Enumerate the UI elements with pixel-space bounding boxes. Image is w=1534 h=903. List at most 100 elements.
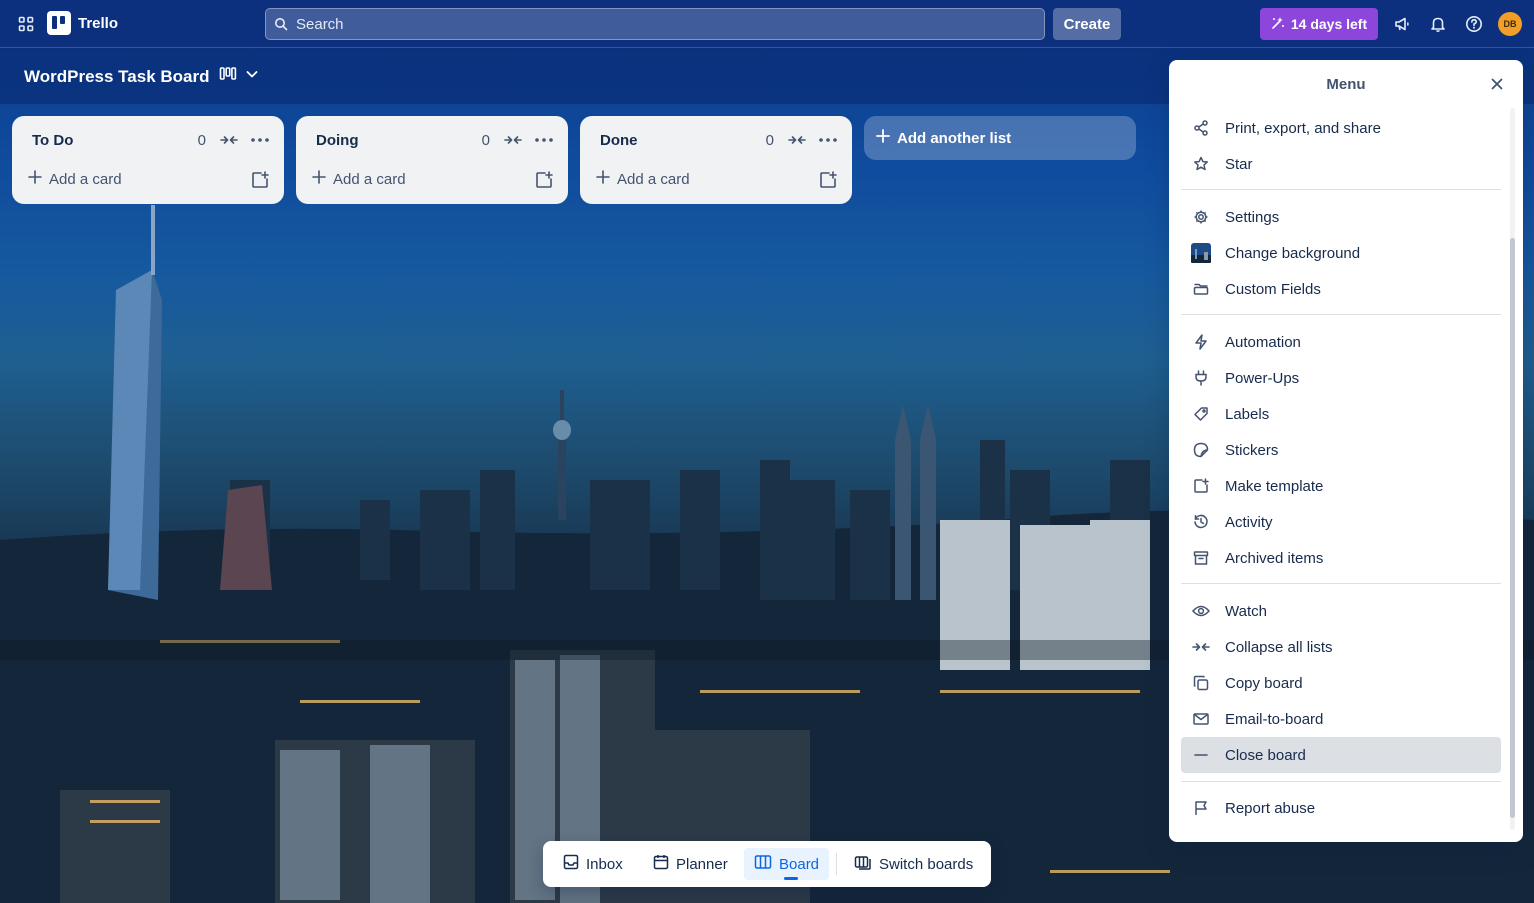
menu-item-label: Print, export, and share [1225,119,1381,137]
trial-label: 14 days left [1290,16,1368,32]
search-placeholder: Search [296,15,344,33]
add-another-list-button[interactable]: Add another list [864,116,1136,160]
menu-item-close-board[interactable]: Close board [1181,737,1501,773]
search-input[interactable]: Search [265,8,1045,40]
menu-item-stickers[interactable]: Stickers [1181,432,1501,468]
plug-icon [1189,366,1213,390]
bell-icon[interactable] [1426,12,1450,36]
minus-icon [1189,743,1213,767]
menu-item-change-background[interactable]: Change background [1181,235,1501,271]
plus-icon [312,170,326,188]
avatar[interactable]: DB [1498,12,1522,36]
menu-item-archived-items[interactable]: Archived items [1181,540,1501,576]
menu-item-copy-board[interactable]: Copy board [1181,665,1501,701]
menu-item-label: Archived items [1225,549,1324,567]
menu-item-print-export-share[interactable]: Print, export, and share [1181,110,1501,146]
board-view-icon [219,66,237,87]
menu-item-make-template[interactable]: Make template [1181,468,1501,504]
board-label: Board [779,855,820,873]
list-title[interactable]: To Do [32,132,73,149]
planner-button[interactable]: Planner [643,848,738,880]
bottom-view-switcher: Inbox Planner Board Switch boards [543,841,991,887]
board-icon [754,854,772,874]
background-thumbnail-icon [1189,241,1213,265]
inbox-icon [563,854,579,874]
menu-divider [1181,189,1501,190]
trial-badge[interactable]: 14 days left [1260,8,1378,40]
board-title[interactable]: WordPress Task Board [24,67,210,87]
menu-item-labels[interactable]: Labels [1181,396,1501,432]
add-card-label: Add a card [617,170,690,188]
menu-item-label: Email-to-board [1225,710,1324,728]
add-card-button[interactable]: Add a card [28,170,122,188]
menu-item-watch[interactable]: Watch [1181,593,1501,629]
list-to-do: To Do 0 Add a card [12,116,284,204]
app-name: Trello [78,14,119,32]
megaphone-icon[interactable] [1390,12,1414,36]
switch-boards-button[interactable]: Switch boards [844,848,983,880]
menu-item-label: Copy board [1225,674,1303,692]
list-more-icon[interactable] [818,132,838,148]
list-more-icon[interactable] [250,132,270,148]
menu-divider [1181,583,1501,584]
create-from-template-icon[interactable] [251,171,269,189]
mail-icon [1189,707,1213,731]
inbox-label: Inbox [586,855,623,873]
planner-label: Planner [676,855,728,873]
list-more-icon[interactable] [534,132,554,148]
menu-item-automation[interactable]: Automation [1181,324,1501,360]
archive-icon [1189,546,1213,570]
list-doing: Doing 0 Add a card [296,116,568,204]
top-navigation: Trello Search Create 14 days left DB [0,0,1534,48]
tag-icon [1189,402,1213,426]
bottombar-divider [836,853,837,875]
close-icon[interactable] [1487,74,1507,94]
create-button[interactable]: Create [1053,8,1121,40]
custom-fields-icon [1189,277,1213,301]
list-title[interactable]: Done [600,132,638,149]
menu-item-activity[interactable]: Activity [1181,504,1501,540]
menu-item-label: Custom Fields [1225,280,1321,298]
menu-item-label: Power-Ups [1225,369,1300,387]
share-icon [1189,116,1213,140]
board-view-switcher[interactable] [219,66,259,86]
board-button[interactable]: Board [744,848,830,880]
add-card-button[interactable]: Add a card [312,170,406,188]
menu-item-label: Watch [1225,602,1267,620]
menu-item-label: Change background [1225,244,1361,262]
template-icon [1189,474,1213,498]
flag-icon [1189,796,1213,820]
search-icon [274,17,288,31]
menu-item-star[interactable]: Star [1181,146,1501,182]
add-card-button[interactable]: Add a card [596,170,690,188]
add-card-label: Add a card [49,170,122,188]
list-done: Done 0 Add a card [580,116,852,204]
star-icon [1189,152,1213,176]
menu-item-label: Star [1225,155,1253,173]
sticker-icon [1189,438,1213,462]
help-icon[interactable] [1462,12,1486,36]
app-switcher-icon[interactable] [12,10,40,38]
list-title[interactable]: Doing [316,132,359,149]
switch-boards-label: Switch boards [879,855,974,873]
create-from-template-icon[interactable] [819,171,837,189]
menu-title: Menu [1326,76,1366,93]
menu-item-power-ups[interactable]: Power-Ups [1181,360,1501,396]
collapse-list-icon[interactable] [220,132,238,148]
collapse-list-icon[interactable] [504,132,522,148]
trello-logo[interactable]: Trello [47,11,118,35]
collapse-list-icon[interactable] [788,132,806,148]
create-from-template-icon[interactable] [535,171,553,189]
menu-item-collapse-all-lists[interactable]: Collapse all lists [1181,629,1501,665]
trello-logo-icon [47,11,71,35]
menu-item-custom-fields[interactable]: Custom Fields [1181,271,1501,307]
list-card-count: 0 [765,132,774,149]
menu-item-email-to-board[interactable]: Email-to-board [1181,701,1501,737]
menu-item-label: Make template [1225,477,1324,495]
menu-item-settings[interactable]: Settings [1181,199,1501,235]
menu-item-report-abuse[interactable]: Report abuse [1181,790,1501,826]
menu-scrollbar[interactable] [1510,238,1515,818]
inbox-button[interactable]: Inbox [553,848,633,880]
calendar-icon [653,854,669,874]
menu-item-label: Collapse all lists [1225,638,1333,656]
